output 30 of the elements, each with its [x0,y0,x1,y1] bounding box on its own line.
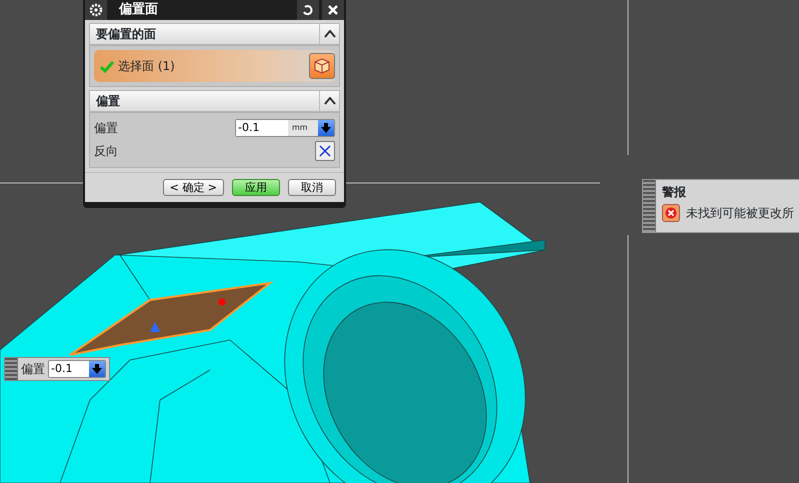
apply-button[interactable]: 应用 [232,179,280,196]
offset-field[interactable]: -0.1 [48,360,106,378]
unit-label: mm [288,120,318,136]
cube-icon[interactable] [309,53,335,79]
dialog-title: 偏置面 [119,1,159,20]
collapse-icon[interactable] [324,97,336,105]
field-label: 偏置 [21,361,45,378]
collapse-icon[interactable] [324,30,336,38]
reset-icon[interactable] [297,0,319,20]
alert-message: 未找到可能被更改所 [686,205,794,222]
section-title: 偏置 [96,93,120,110]
grip-handle[interactable] [643,180,656,232]
settings-icon[interactable] [85,0,107,20]
select-face-label: 选择面 (1) [118,58,175,75]
dialog-button[interactable]: 取消 [288,179,336,196]
error-icon [662,204,680,222]
field-label: 偏置 [94,120,118,137]
field-label: 反向 [94,143,118,160]
select-face-row[interactable]: 选择面 (1) [94,50,335,82]
dialog-button[interactable]: < 确定 > [162,179,224,196]
dropdown-icon[interactable] [89,361,105,377]
section-header[interactable]: 要偏置的面 [89,23,340,45]
section-title: 要偏置的面 [96,26,156,43]
dropdown-icon[interactable] [318,120,334,136]
grip-handle[interactable] [5,358,18,380]
offset-field[interactable]: -0.1 mm [235,119,335,137]
section-header[interactable]: 偏置 [89,90,340,112]
close-icon[interactable] [322,0,344,20]
reverse-direction-icon[interactable] [315,141,335,161]
alert-title: 警报 [662,184,687,201]
